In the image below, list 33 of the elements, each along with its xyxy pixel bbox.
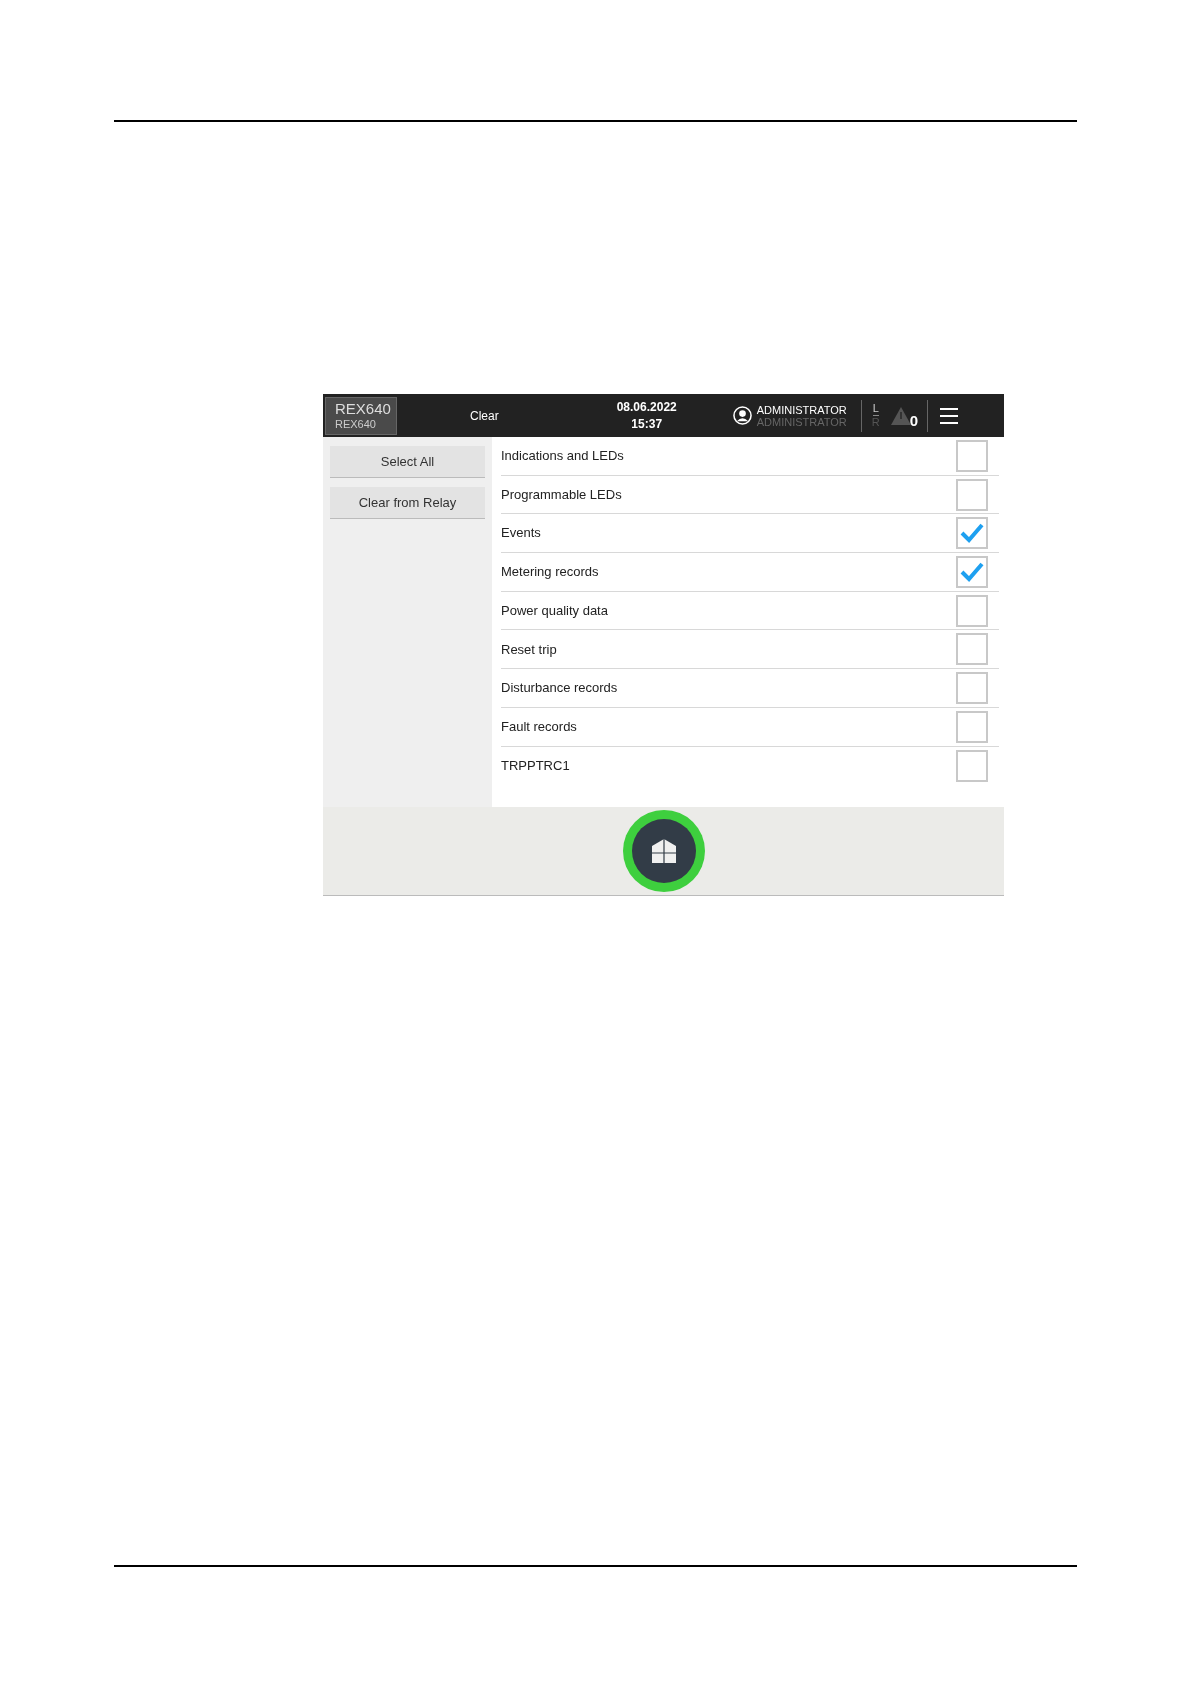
sidebar-button[interactable]: Clear from Relay [330, 487, 485, 519]
checkbox[interactable] [956, 749, 988, 782]
menu-icon[interactable] [940, 407, 959, 424]
page-title: Clear [470, 407, 499, 425]
user-name: ADMINISTRATOR [756, 403, 847, 416]
checkbox[interactable] [956, 671, 988, 704]
time-text: 15:37 [631, 415, 663, 433]
device-name: REX640 [335, 400, 392, 417]
checkbox[interactable] [956, 594, 988, 627]
device-subname: REX640 [335, 417, 377, 431]
checkbox[interactable] [956, 478, 988, 511]
sidebar-button[interactable]: Select All [330, 446, 485, 478]
item-label: Fault records [501, 717, 577, 736]
item-label: Reset trip [501, 640, 557, 659]
alarm-count: 0 [909, 411, 919, 432]
checkbox[interactable] [956, 439, 988, 472]
checkbox[interactable] [956, 517, 988, 550]
item-label: TRPPTRC1 [501, 757, 570, 776]
item-label: Indications and LEDs [501, 447, 624, 466]
user-icon [732, 406, 752, 425]
local-indicator: L [872, 402, 879, 416]
user-role: ADMINISTRATOR [756, 415, 847, 428]
item-label: Programmable LEDs [501, 485, 622, 504]
item-label: Events [501, 524, 541, 543]
item-label: Disturbance records [501, 679, 618, 698]
item-label: Power quality data [501, 601, 608, 620]
checkbox[interactable] [956, 555, 988, 588]
date-text: 08.06.2022 [616, 398, 677, 416]
checkbox[interactable] [956, 710, 988, 743]
home-icon [650, 838, 677, 864]
warning-icon [889, 405, 912, 426]
item-label: Metering records [501, 563, 599, 582]
checkbox[interactable] [956, 633, 988, 666]
